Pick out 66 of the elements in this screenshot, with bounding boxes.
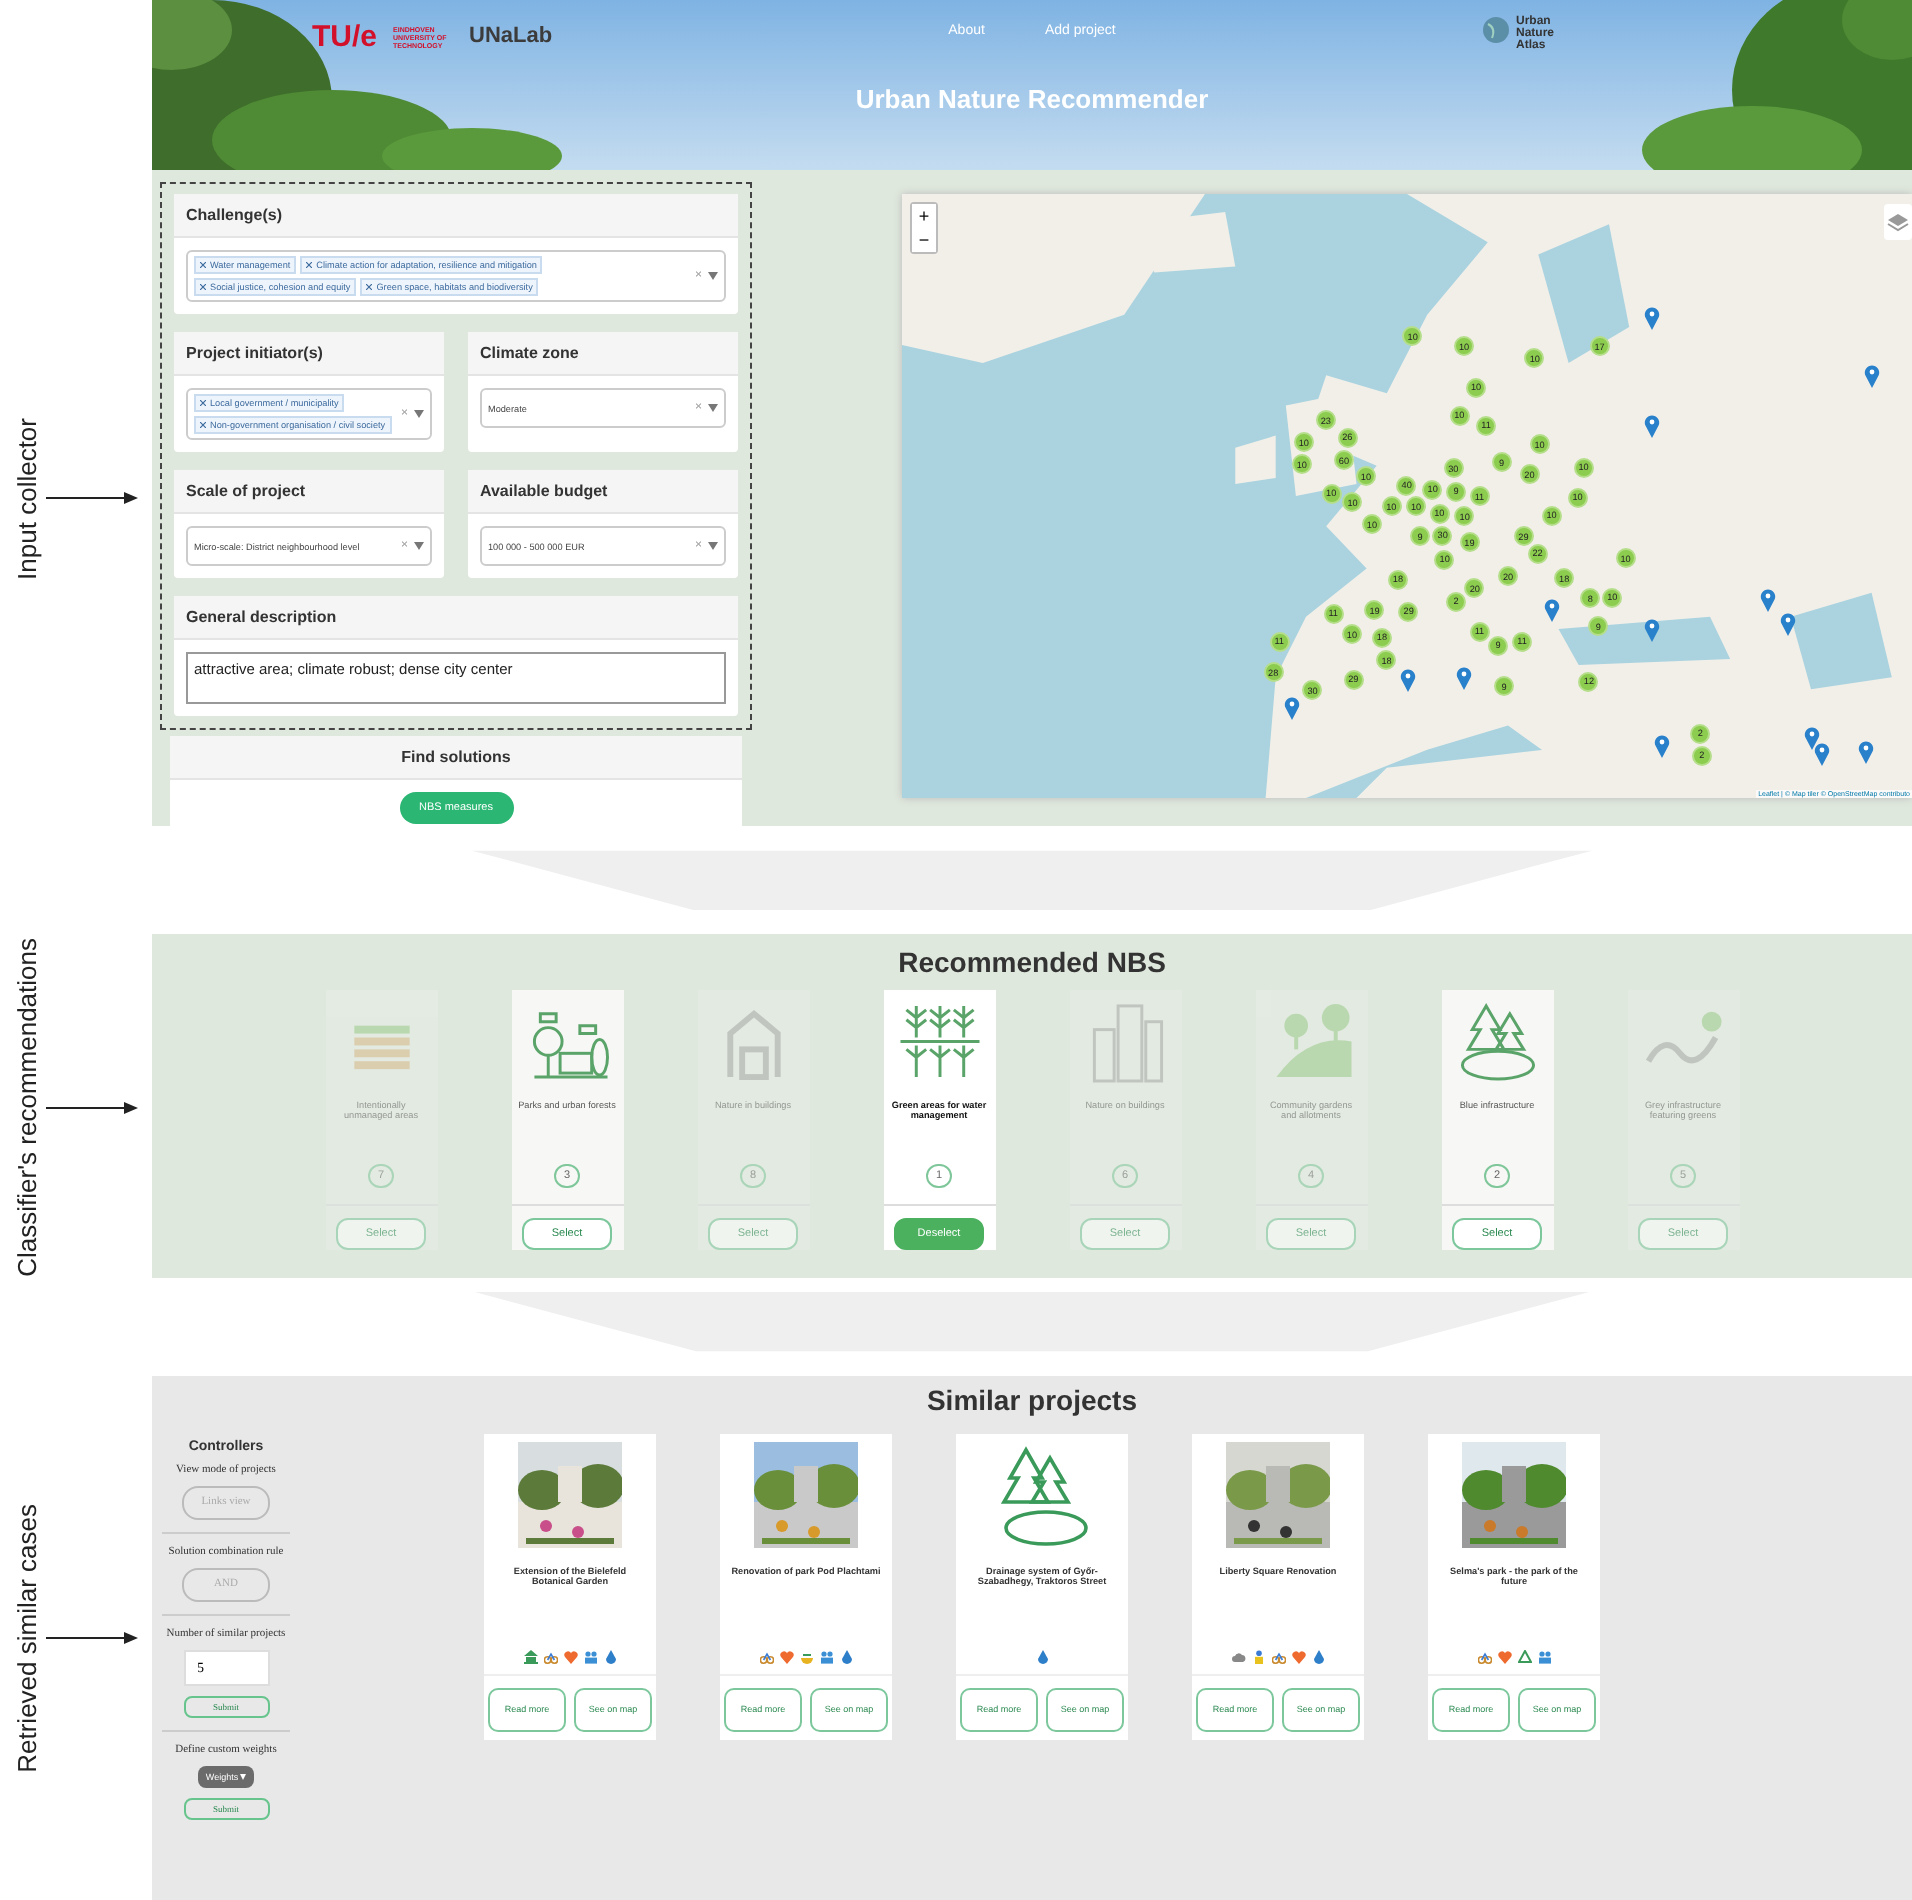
remove-icon[interactable]	[200, 262, 206, 269]
card-title: Challenge(s)	[174, 194, 738, 239]
caret-icon	[414, 410, 424, 419]
heart-icon	[1291, 1650, 1305, 1665]
card-title: General description	[174, 596, 738, 641]
map-pin-icon[interactable]	[1643, 413, 1660, 438]
map-pin-icon[interactable]	[1759, 587, 1776, 612]
card-title: Scale of project	[174, 470, 444, 515]
caret-icon	[708, 272, 718, 281]
annotation-label: Input collector	[12, 417, 42, 580]
water-drop-icon	[1311, 1650, 1325, 1665]
map-pin-icon[interactable]	[1644, 618, 1661, 643]
logo: UNaLab	[469, 24, 553, 48]
map-pin-icon[interactable]	[1399, 668, 1416, 693]
museum-icon	[523, 1650, 537, 1665]
bicycle-icon	[1477, 1650, 1491, 1665]
remove-icon[interactable]	[200, 422, 206, 429]
caret-icon	[708, 404, 718, 413]
remove-icon[interactable]	[366, 284, 373, 291]
map-pin-icon[interactable]	[1283, 695, 1300, 720]
map-pin-icon[interactable]	[1543, 598, 1560, 623]
caret-icon	[414, 542, 424, 551]
bowl-icon	[799, 1650, 813, 1665]
arrow-icon	[46, 490, 138, 507]
water-drop-icon	[839, 1650, 853, 1665]
arrow-icon	[46, 1099, 138, 1116]
map-pin-icon[interactable]	[1779, 612, 1796, 637]
logo: TU/e	[312, 20, 378, 54]
map-pin-icon[interactable]	[1803, 726, 1820, 751]
heart-icon	[1497, 1650, 1511, 1665]
globe-icon	[1482, 16, 1510, 44]
annotation-label: Retrieved similar cases	[12, 1503, 42, 1773]
people-icon	[583, 1650, 597, 1665]
people-icon	[1537, 1650, 1551, 1665]
remove-icon[interactable]	[200, 400, 206, 407]
people-icon	[819, 1650, 833, 1665]
layers-icon[interactable]	[1884, 204, 1912, 241]
page-title: Urban Nature Recommender	[855, 84, 1209, 114]
card-title: Project initiator(s)	[174, 332, 444, 377]
map-pin-icon[interactable]	[1653, 734, 1669, 759]
map-pin-icon[interactable]	[1857, 739, 1874, 764]
bicycle-icon	[1271, 1650, 1285, 1665]
caret-icon	[240, 1773, 247, 1780]
section-title: Recommended NBS	[896, 946, 1168, 979]
bicycle-icon	[543, 1650, 557, 1665]
cloud-icon	[1231, 1650, 1245, 1665]
map-pin-icon[interactable]	[1813, 741, 1830, 766]
person-icon	[1251, 1650, 1265, 1665]
map-pin-icon[interactable]	[1456, 666, 1473, 691]
recycle-icon	[1517, 1650, 1531, 1665]
annotation-label: Classifier's recommendations	[12, 937, 42, 1277]
card-title: Find solutions	[170, 736, 742, 781]
card-title: Climate zone	[468, 332, 738, 377]
water-drop-icon	[1035, 1650, 1049, 1665]
bicycle-icon	[759, 1650, 773, 1665]
caret-icon	[708, 542, 718, 551]
remove-icon[interactable]	[306, 262, 313, 269]
remove-icon[interactable]	[200, 284, 206, 291]
heart-icon	[779, 1650, 793, 1665]
map-pin-icon[interactable]	[1863, 363, 1880, 388]
map-pin-icon[interactable]	[1644, 305, 1661, 330]
arrow-icon	[46, 1629, 138, 1646]
water-drop-icon	[603, 1650, 617, 1665]
section-title: Similar projects	[924, 1383, 1140, 1416]
heart-icon	[563, 1650, 577, 1665]
card-title: Available budget	[468, 470, 738, 515]
